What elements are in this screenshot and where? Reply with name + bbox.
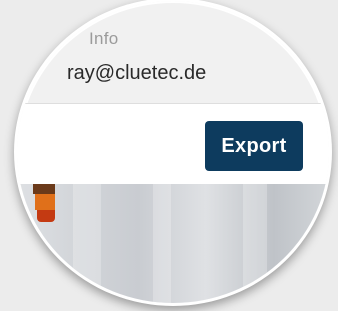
email-value: ray@cluetec.de xyxy=(67,62,207,84)
photo-highlight xyxy=(243,184,267,303)
machine-part-middle xyxy=(35,194,55,210)
screenshot-stage: Info ray@cluetec.de Export xyxy=(0,0,338,311)
photo-highlight xyxy=(153,184,171,303)
magnifier-lens: Info ray@cluetec.de Export xyxy=(14,0,332,306)
export-button[interactable]: Export xyxy=(205,121,303,171)
machine-part-top xyxy=(33,184,55,194)
machine-part-bottom xyxy=(37,210,55,222)
background-photo xyxy=(17,184,329,303)
field-label-info: Info xyxy=(89,29,119,48)
magnified-content: Info ray@cluetec.de Export xyxy=(17,3,329,303)
photo-highlight xyxy=(73,184,101,303)
machine-part-image xyxy=(33,184,55,222)
